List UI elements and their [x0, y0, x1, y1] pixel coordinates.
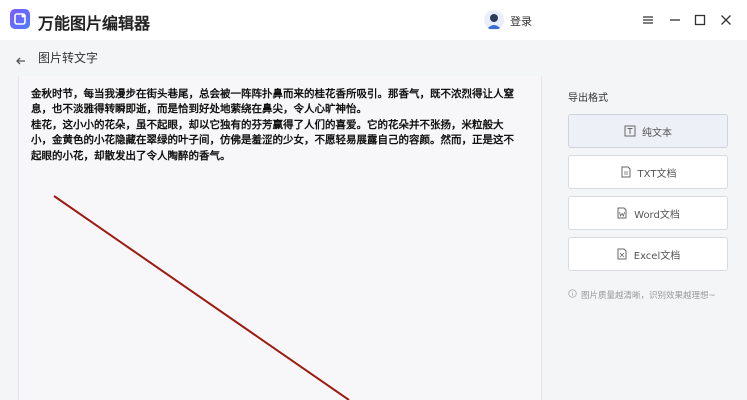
- excel-doc-icon: [616, 248, 628, 260]
- quality-hint-text: 图片质量越清晰，识别效果越理想~: [581, 291, 716, 301]
- page-title: 图片转文字: [38, 51, 99, 65]
- word-doc-icon: [616, 207, 628, 219]
- app-logo-icon: [10, 9, 30, 29]
- export-option-label: 纯文本: [642, 127, 672, 139]
- export-excel-button[interactable]: Excel文档: [568, 237, 728, 271]
- minimize-icon[interactable]: [667, 12, 683, 28]
- sub-header: 图片转文字: [0, 40, 747, 72]
- close-icon[interactable]: [718, 12, 734, 28]
- info-icon: [568, 289, 577, 301]
- text-t-icon: [624, 125, 636, 137]
- txt-doc-icon: [620, 166, 632, 178]
- login-link[interactable]: 登录: [510, 13, 532, 29]
- menu-icon[interactable]: [640, 12, 656, 28]
- app-title: 万能图片编辑器: [38, 14, 151, 33]
- user-avatar-icon[interactable]: [484, 10, 504, 30]
- export-plain-text-button[interactable]: 纯文本: [568, 114, 728, 148]
- back-arrow-icon[interactable]: [16, 51, 26, 65]
- export-word-button[interactable]: Word文档: [568, 196, 728, 230]
- export-format-title: 导出格式: [568, 93, 608, 104]
- export-option-label: Excel文档: [633, 250, 681, 262]
- export-panel: 导出格式 纯文本 TXT文档 Word文档 Excel文档 图片质量越清晰，识别…: [555, 76, 747, 400]
- export-option-label: TXT文档: [637, 168, 677, 180]
- maximize-icon[interactable]: [692, 12, 708, 28]
- recognized-text-panel[interactable]: 金秋时节，每当我漫步在街头巷尾，总会被一阵阵扑鼻而来的桂花香所吸引。那香气，既不…: [18, 76, 542, 400]
- annotation-line: [53, 195, 350, 400]
- quality-hint: 图片质量越清晰，识别效果越理想~: [568, 289, 716, 301]
- export-txt-button[interactable]: TXT文档: [568, 155, 728, 189]
- export-option-label: Word文档: [634, 209, 680, 221]
- title-bar: 万能图片编辑器 登录: [0, 0, 747, 40]
